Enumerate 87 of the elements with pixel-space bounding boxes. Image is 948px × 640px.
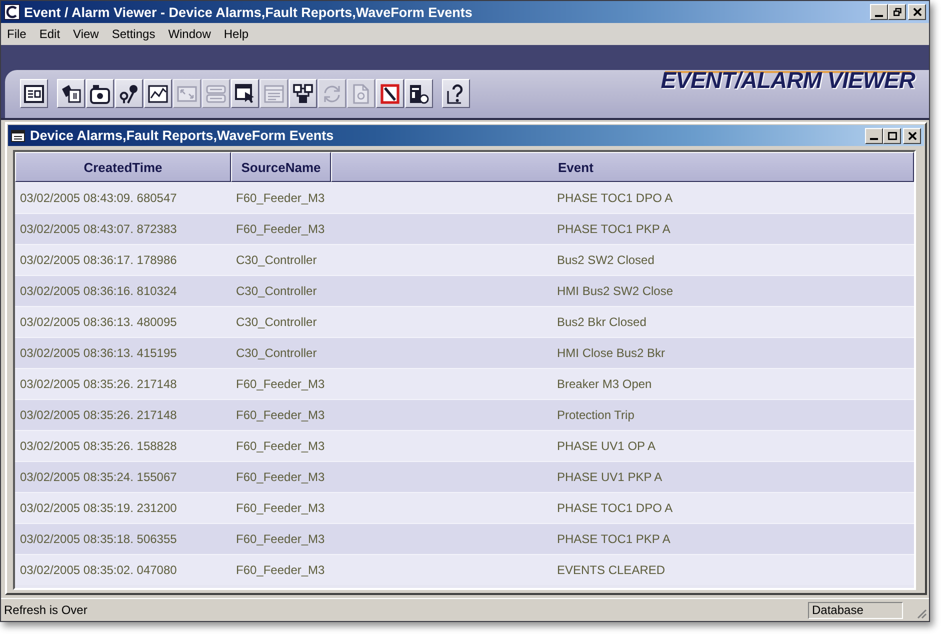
table-cell-text: 03/02/2005 08:35:24. 155067: [19, 470, 178, 484]
table-cell-text: Bus2 Bkr Closed: [556, 315, 648, 329]
menu-item[interactable]: View: [67, 25, 106, 43]
table-cell-text: HMI Bus2 SW2 Close: [556, 284, 674, 298]
camera-icon: [90, 84, 110, 104]
child-window-title: Device Alarms,Fault Reports,WaveForm Events: [30, 128, 335, 143]
table-cell-text: F60_Feeder_M3: [235, 439, 326, 453]
window-title: Event / Alarm Viewer - Device Alarms,Fault Reports,WaveForm Events: [24, 4, 474, 20]
window-list-icon: [24, 84, 44, 104]
maximize-icon: [888, 132, 896, 140]
menu-item[interactable]: Edit: [33, 25, 68, 43]
table-cell-text: 03/02/2005 08:35:26. 158828: [19, 439, 178, 453]
nodes-icon: [293, 84, 313, 104]
table-cell-text: C30_Controller: [235, 346, 318, 360]
table-row[interactable]: 03/02/2005 08:43:07. 872383 F60_Feeder_M3 PHASE TOC1 PKP A: [15, 213, 914, 244]
cards-icon: [61, 84, 81, 104]
table-cell-text: C30_Controller: [235, 284, 318, 298]
table-cell-text: 03/02/2005 08:36:13. 480095: [19, 315, 178, 329]
table-cell-text: F60_Feeder_M3: [235, 501, 326, 515]
table-row[interactable]: 03/02/2005 08:35:18. 506355 F60_Feeder_M3 PHASE TOC1 PKP A: [15, 523, 914, 554]
table-cell-text: 03/02/2005 08:36:17. 178986: [19, 253, 178, 267]
table-cell-text: F60_Feeder_M3: [235, 377, 326, 391]
table-cell-text: F60_Feeder_M3: [235, 222, 326, 236]
column-header[interactable]: CreatedTime: [15, 152, 231, 182]
menu-item[interactable]: Settings: [106, 25, 162, 43]
table-cell-text: HMI Close Bus2 Bkr: [556, 346, 666, 360]
table-cell-text: C30_Controller: [235, 315, 318, 329]
resize-grip-icon: [915, 607, 927, 619]
table-cell-text: PHASE TOC1 DPO A: [556, 501, 674, 515]
maximize-button[interactable]: [883, 128, 901, 144]
minimize-icon: [875, 14, 883, 16]
form-icon: [206, 84, 226, 104]
table-cell-text: F60_Feeder_M3: [235, 470, 326, 484]
table-cell-text: Breaker M3 Open: [556, 377, 653, 391]
status-message: Refresh is Over: [4, 603, 88, 617]
pins-icon: [119, 84, 139, 104]
close-icon: [912, 8, 922, 16]
page-icon: [351, 84, 371, 104]
minimize-button[interactable]: [870, 4, 888, 20]
window-cursor-icon: [235, 84, 255, 104]
table-cell-text: 03/02/2005 08:35:19. 231200: [19, 501, 178, 515]
server-icon: [409, 84, 429, 104]
close-icon: [908, 132, 916, 140]
table-cell-text: C30_Controller: [235, 253, 318, 267]
table-row[interactable]: 03/02/2005 08:35:26. 217148 F60_Feeder_M3 Protection Trip: [15, 399, 914, 430]
table-cell-text: 03/02/2005 08:43:07. 872383: [19, 222, 178, 236]
table-cell-text: 03/02/2005 08:35:18. 506355: [19, 532, 178, 546]
menu-item[interactable]: Window: [162, 25, 218, 43]
column-header[interactable]: Event: [331, 152, 914, 182]
table-cell-text: EVENTS CLEARED: [556, 563, 666, 577]
table-row[interactable]: 03/02/2005 08:36:13. 415195 C30_Controller HMI Close Bus2 Bkr: [15, 337, 914, 368]
status-panel: Database: [808, 602, 903, 618]
restore-icon: [892, 8, 902, 16]
table-cell-text: 03/02/2005 08:35:26. 217148: [19, 377, 178, 391]
window-icon: [11, 130, 25, 142]
table-cell-text: PHASE TOC1 DPO A: [556, 191, 674, 205]
table-cell-text: Bus2 SW2 Closed: [556, 253, 656, 267]
expand-icon: [177, 84, 197, 104]
minimize-icon: [870, 138, 878, 140]
table-cell-text: F60_Feeder_M3: [235, 563, 326, 577]
arrows-icon: [322, 84, 342, 104]
table-cell-text: Protection Trip: [556, 408, 636, 422]
menu-item[interactable]: Help: [218, 25, 256, 43]
table-cell-text: F60_Feeder_M3: [235, 532, 326, 546]
table-cell-text: 03/02/2005 08:35:02. 047080: [19, 563, 178, 577]
table-cell-text: F60_Feeder_M3: [235, 408, 326, 422]
app-icon: [4, 4, 20, 20]
slash-square-icon: [380, 84, 400, 104]
table-cell-text: 03/02/2005 08:43:09. 680547: [19, 191, 178, 205]
close-button[interactable]: [908, 4, 926, 20]
minimize-button[interactable]: [865, 128, 883, 144]
table-cell-text: 03/02/2005 08:36:13. 415195: [19, 346, 178, 360]
close-button[interactable]: [903, 128, 921, 144]
table-cell-text: F60_Feeder_M3: [235, 191, 326, 205]
table-cell-text: 03/02/2005 08:35:26. 217148: [19, 408, 178, 422]
table-row[interactable]: 03/02/2005 08:35:24. 155067 F60_Feeder_M3 PHASE UV1 PKP A: [15, 461, 914, 492]
restore-button[interactable]: [888, 4, 906, 20]
table-cell-text: PHASE UV1 OP A: [556, 439, 656, 453]
table-cell-text: PHASE TOC1 PKP A: [556, 532, 672, 546]
chart-icon: [148, 84, 168, 104]
sheet-icon: [264, 84, 284, 104]
column-header[interactable]: SourceName: [231, 152, 331, 182]
table-cell-text: PHASE UV1 PKP A: [556, 470, 664, 484]
menu-item[interactable]: File: [1, 25, 34, 43]
table-row[interactable]: 03/02/2005 08:36:16. 810324 C30_Controller HMI Bus2 SW2 Close: [15, 275, 914, 306]
table-cell-text: 03/02/2005 08:36:16. 810324: [19, 284, 178, 298]
table-cell-text: PHASE TOC1 PKP A: [556, 222, 672, 236]
